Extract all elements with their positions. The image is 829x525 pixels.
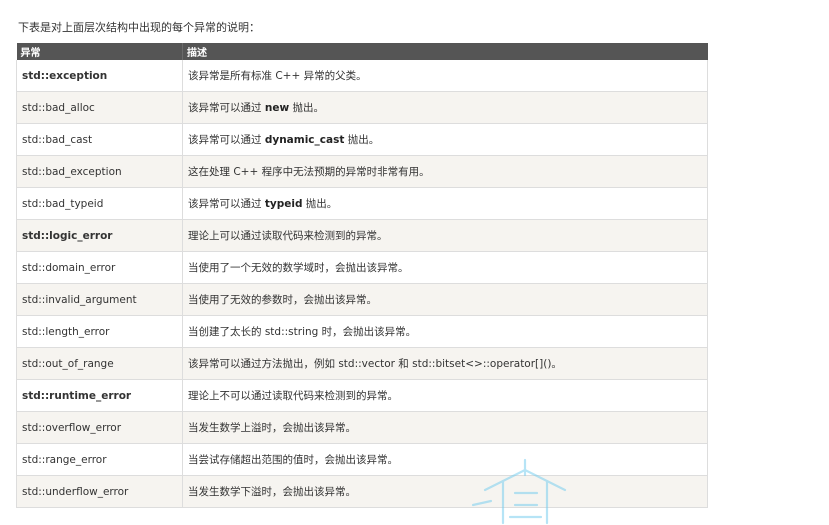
intro-text: 下表是对上面层次结构中出现的每个异常的说明： [18,21,260,34]
exception-name-cell: std::range_error [16,443,183,476]
header-description: 描述 [182,43,708,60]
description-text: 理论上不可以通过读取代码来检测到的异常。 [188,390,398,402]
description-text: 抛出。 [302,198,338,210]
table-row: std::bad_typeid 该异常可以通过 typeid 抛出。 [16,187,708,220]
description-text: 当尝试存储超出范围的值时，会抛出该异常。 [188,454,398,466]
exception-description-cell: 该异常可以通过 typeid 抛出。 [182,187,708,220]
exception-description-cell: 理论上不可以通过读取代码来检测到的异常。 [182,379,708,412]
table-row: std::overflow_error 当发生数学上溢时，会抛出该异常。 [16,411,708,444]
exception-description-cell: 理论上可以通过读取代码来检测到的异常。 [182,219,708,252]
table-row: std::invalid_argument 当使用了无效的参数时，会抛出该异常。 [16,283,708,316]
description-text: 理论上可以通过读取代码来检测到的异常。 [188,230,388,242]
exception-name-cell: std::bad_cast [16,123,183,156]
exception-description-cell: 当使用了无效的参数时，会抛出该异常。 [182,283,708,316]
exception-name-cell: std::overflow_error [16,411,183,444]
exception-name-cell: std::invalid_argument [16,283,183,316]
exception-name-cell: std::runtime_error [16,379,183,412]
description-text: 当发生数学下溢时，会抛出该异常。 [188,486,356,498]
exception-name-cell: std::bad_typeid [16,187,183,220]
description-text: 当创建了太长的 std::string 时，会抛出该异常。 [188,326,417,338]
table-row: std::range_error 当尝试存储超出范围的值时，会抛出该异常。 [16,443,708,476]
description-text: 这在处理 C++ 程序中无法预期的异常时非常有用。 [188,166,430,178]
exception-description-cell: 该异常是所有标准 C++ 异常的父类。 [182,60,708,92]
exception-name-cell: std::bad_exception [16,155,183,188]
exception-description-cell: 当发生数学下溢时，会抛出该异常。 [182,475,708,508]
description-text: 该异常是所有标准 C++ 异常的父类。 [188,70,367,82]
table-row: std::length_error 当创建了太长的 std::string 时，会… [16,315,708,348]
table-row: std::domain_error 当使用了一个无效的数学域时，会抛出该异常。 [16,251,708,284]
exception-name-cell: std::exception [16,60,183,92]
description-text: 该异常可以通过 [188,134,265,146]
exception-description-cell: 当使用了一个无效的数学域时，会抛出该异常。 [182,251,708,284]
exception-description-cell: 当创建了太长的 std::string 时，会抛出该异常。 [182,315,708,348]
description-text: 当使用了一个无效的数学域时，会抛出该异常。 [188,262,409,274]
code-keyword: dynamic_cast [264,134,345,146]
description-text: 当使用了无效的参数时，会抛出该异常。 [188,294,377,306]
table-row: std::underflow_error 当发生数学下溢时，会抛出该异常。 [16,475,708,508]
exception-name-cell: std::length_error [16,315,183,348]
table-row: std::exception 该异常是所有标准 C++ 异常的父类。 [16,60,708,92]
exception-name-cell: std::bad_alloc [16,91,183,124]
table-row: std::bad_exception 这在处理 C++ 程序中无法预期的异常时非常… [16,155,708,188]
description-text: 抛出。 [289,102,324,114]
description-text: 该异常可以通过 [188,102,265,114]
description-text: 当发生数学上溢时，会抛出该异常。 [188,422,356,434]
exception-description-cell: 这在处理 C++ 程序中无法预期的异常时非常有用。 [182,155,708,188]
exception-description-cell: 当尝试存储超出范围的值时，会抛出该异常。 [182,443,708,476]
description-text: 抛出。 [344,134,380,146]
exception-description-cell: 该异常可以通过 dynamic_cast 抛出。 [182,123,708,156]
exception-description-cell: 当发生数学上溢时，会抛出该异常。 [182,411,708,444]
exception-description-cell: 该异常可以通过方法抛出，例如 std::vector 和 std::bitset… [182,347,708,380]
table-row: std::bad_alloc 该异常可以通过 new 抛出。 [16,91,708,124]
header-exception: 异常 [16,43,183,60]
table-header-row: 异常 描述 [16,43,708,60]
code-keyword: typeid [264,198,303,210]
table-row: std::logic_error 理论上可以通过读取代码来检测到的异常。 [16,219,708,252]
table-row: std::out_of_range 该异常可以通过方法抛出，例如 std::vec… [16,347,708,380]
table-row: std::runtime_error 理论上不可以通过读取代码来检测到的异常。 [16,379,708,412]
exceptions-table: 异常 描述 std::exception 该异常是所有标准 C++ 异常的父类。 s… [16,43,708,508]
exception-name-cell: std::out_of_range [16,347,183,380]
exception-name-cell: std::underflow_error [16,475,183,508]
table-row: std::bad_cast 该异常可以通过 dynamic_cast 抛出。 [16,123,708,156]
table-body: std::exception 该异常是所有标准 C++ 异常的父类。std::ba… [16,60,708,508]
exception-name-cell: std::logic_error [16,219,183,252]
code-keyword: new [264,102,290,114]
exception-description-cell: 该异常可以通过 new 抛出。 [182,91,708,124]
description-text: 该异常可以通过 [188,198,265,210]
exception-name-cell: std::domain_error [16,251,183,284]
description-text: 该异常可以通过方法抛出，例如 std::vector 和 std::bitset… [188,358,562,370]
